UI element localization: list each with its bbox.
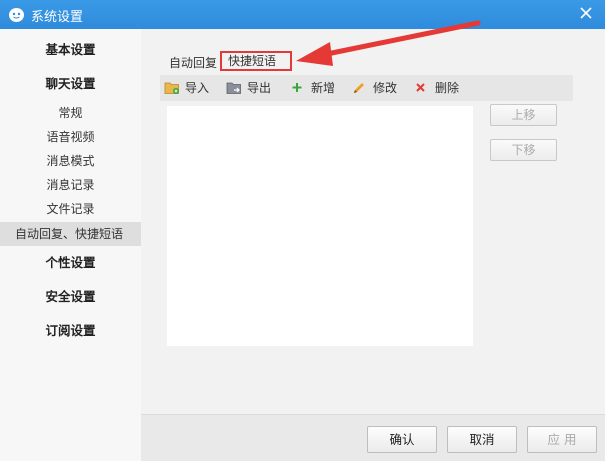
close-icon[interactable] bbox=[577, 4, 595, 22]
export-label: 导出 bbox=[247, 81, 272, 95]
sidebar-item-file-history[interactable]: 文件记录 bbox=[0, 199, 141, 219]
edit-label: 修改 bbox=[373, 81, 398, 95]
plus-icon bbox=[292, 83, 302, 92]
settings-window: 系统设置 基本设置 聊天设置 常规 语音视频 消息模式 消息记录 文件记录 自动… bbox=[0, 0, 605, 461]
cancel-button[interactable]: 取消 bbox=[447, 426, 517, 453]
pencil-icon bbox=[354, 83, 364, 93]
app-logo-icon bbox=[9, 8, 24, 22]
sidebar: 基本设置 聊天设置 常规 语音视频 消息模式 消息记录 文件记录 自动回复、快捷… bbox=[0, 29, 141, 461]
toolbar: 导入 导出 新增 修改 删除 bbox=[160, 75, 573, 101]
import-button[interactable]: 导入 bbox=[164, 75, 214, 101]
delete-button[interactable]: 删除 bbox=[414, 75, 464, 101]
add-button[interactable]: 新增 bbox=[290, 75, 340, 101]
x-icon bbox=[416, 83, 425, 92]
sidebar-item-basic-settings[interactable]: 基本设置 bbox=[0, 40, 141, 60]
edit-button[interactable]: 修改 bbox=[352, 75, 402, 101]
footer-bar: 确认 取消 应 用 bbox=[141, 414, 605, 461]
sidebar-item-message-mode[interactable]: 消息模式 bbox=[0, 151, 141, 171]
sidebar-item-general[interactable]: 常规 bbox=[0, 103, 141, 123]
quick-phrases-list[interactable] bbox=[167, 106, 473, 346]
tab-quick-phrases[interactable]: 快捷短语 bbox=[220, 51, 292, 71]
add-label: 新增 bbox=[311, 81, 336, 95]
delete-label: 删除 bbox=[435, 81, 460, 95]
sidebar-item-message-history[interactable]: 消息记录 bbox=[0, 175, 141, 195]
move-down-button[interactable]: 下移 bbox=[490, 139, 557, 161]
sidebar-item-auto-reply-quick-phrases[interactable]: 自动回复、快捷短语 bbox=[0, 222, 141, 246]
tab-auto-reply[interactable]: 自动回复 bbox=[169, 54, 217, 71]
import-label: 导入 bbox=[185, 81, 210, 95]
sidebar-item-security[interactable]: 安全设置 bbox=[0, 287, 141, 307]
sidebar-item-voice-video[interactable]: 语音视频 bbox=[0, 127, 141, 147]
folder-import-icon bbox=[164, 82, 179, 94]
sidebar-item-personalization[interactable]: 个性设置 bbox=[0, 253, 141, 273]
apply-button[interactable]: 应 用 bbox=[527, 426, 597, 453]
window-title: 系统设置 bbox=[31, 10, 84, 25]
export-button[interactable]: 导出 bbox=[226, 75, 276, 101]
move-up-button[interactable]: 上移 bbox=[490, 104, 557, 126]
title-bar: 系统设置 bbox=[0, 0, 605, 29]
folder-export-icon bbox=[226, 82, 241, 94]
main-panel: 自动回复 快捷短语 导入 导出 新增 修改 删除 上移 下移 bbox=[141, 29, 605, 414]
confirm-button[interactable]: 确认 bbox=[367, 426, 437, 453]
sidebar-item-subscription[interactable]: 订阅设置 bbox=[0, 321, 141, 341]
sidebar-item-chat-settings[interactable]: 聊天设置 bbox=[0, 74, 141, 94]
